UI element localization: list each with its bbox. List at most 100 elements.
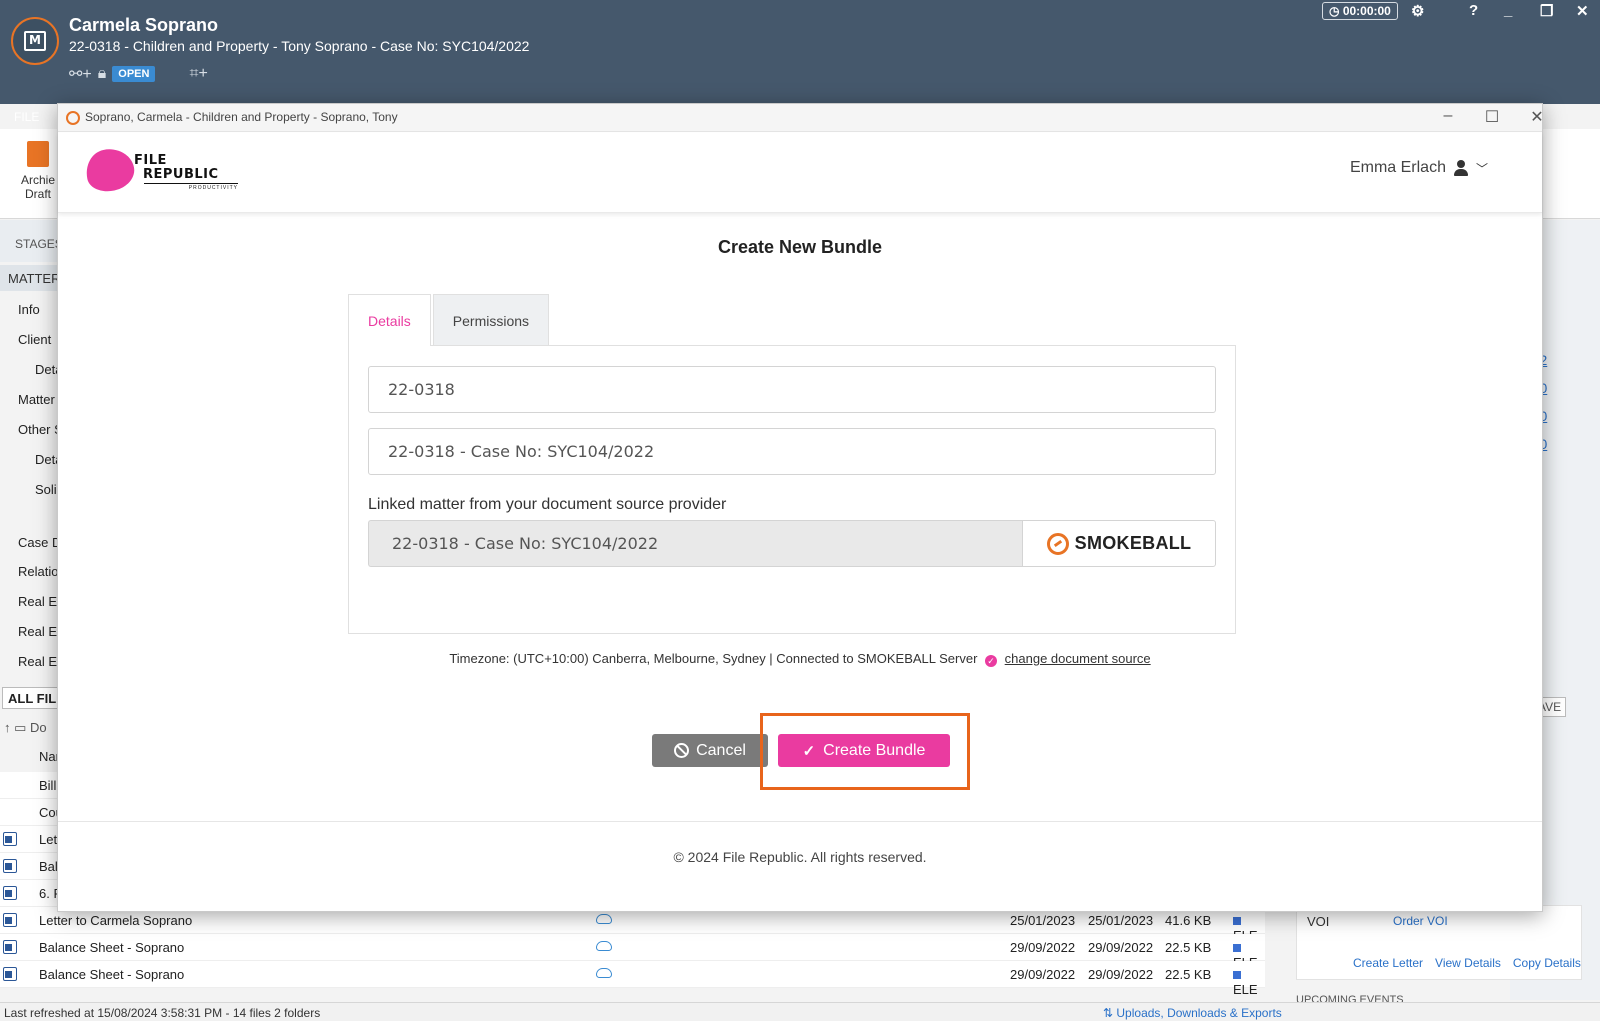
copy-details-link[interactable]: Copy Details <box>1513 956 1581 970</box>
check-icon: ✓ <box>802 742 816 760</box>
sidebar-item[interactable]: Matter <box>0 392 60 407</box>
file-size: 22.5 KB <box>1165 967 1212 982</box>
smokeball-logo-icon <box>1046 532 1069 555</box>
status-badge[interactable]: OPEN <box>112 66 156 82</box>
close-icon[interactable]: ✕ <box>1576 2 1589 20</box>
word-doc-icon <box>3 832 17 846</box>
cancel-button[interactable]: Cancel <box>652 734 768 767</box>
tab-permissions[interactable]: Permissions <box>432 294 550 346</box>
footer-text: 2024 File Republic. All rights reserved. <box>687 849 927 865</box>
order-voi-link[interactable]: Order VOI <box>1393 914 1448 928</box>
settings-icon[interactable]: ⚙ <box>1411 2 1424 20</box>
relationship-icon[interactable]: ⚯+ <box>69 64 92 84</box>
file-source: ELE <box>1233 967 1265 997</box>
ribbon-button-label: Archie Draft <box>20 173 55 201</box>
matter-title: 22-0318 - Children and Property - Tony S… <box>69 38 530 54</box>
cloud-icon <box>596 941 612 951</box>
linked-matter-label: Linked matter from your document source … <box>368 496 727 513</box>
user-menu[interactable]: Emma Erlach ﹀ <box>1350 159 1488 177</box>
sidebar-item[interactable]: Real Es <box>0 624 60 639</box>
dialog-maximize-icon[interactable]: ☐ <box>1477 107 1507 127</box>
dialog-titlebar: Soprano, Carmela - Children and Property… <box>58 104 1544 132</box>
ban-icon <box>674 743 690 758</box>
dialog-close-icon[interactable]: ✕ <box>1522 107 1552 127</box>
voi-actions: Create Letter View Details Copy Details <box>1353 956 1581 970</box>
smokeball-icon <box>66 111 80 125</box>
page-title: Create New Bundle <box>717 237 883 257</box>
dialog-window-title: Soprano, Carmela - Children and Property… <box>85 110 398 124</box>
sidebar-item[interactable]: Client <box>0 332 60 347</box>
sidebar-item[interactable]: Solic <box>0 482 60 497</box>
logo-blob <box>82 144 138 196</box>
sidebar-item[interactable]: Info <box>0 302 60 317</box>
column-header-name[interactable]: Nar <box>0 749 60 764</box>
connected-check-icon: ✓ <box>985 655 998 667</box>
timer-button[interactable]: ◷ 00:00:00 <box>1322 2 1398 20</box>
restore-icon[interactable]: ❐ <box>1540 2 1553 20</box>
view-details-link[interactable]: View Details <box>1435 956 1501 970</box>
app-logo[interactable] <box>11 17 59 65</box>
matter-actions: ⚯+ 🔒︎ OPEN ⌗+ <box>69 64 208 84</box>
status-text: Last refreshed at 15/08/2024 3:58:31 PM … <box>4 1006 321 1020</box>
voi-label: VOI <box>1307 914 1330 929</box>
file-created: 29/09/2022 <box>1010 940 1076 955</box>
word-doc-icon <box>3 967 17 981</box>
word-doc-icon <box>3 913 17 927</box>
uploads-link[interactable]: ⇅ Uploads, Downloads & Exports <box>1103 1006 1282 1020</box>
file-created: 25/01/2023 <box>1010 913 1076 928</box>
lock-icon[interactable]: 🔒︎ <box>98 65 107 83</box>
dialog-footer: © 2024 File Republic. All rights reserve… <box>58 821 1542 911</box>
sidebar-item[interactable]: Other S <box>0 422 60 437</box>
table-row[interactable]: Balance Sheet - Soprano 29/09/2022 29/09… <box>0 934 1265 970</box>
sidebar-item[interactable]: Case D <box>0 535 60 550</box>
provider-name: SMOKEBALL <box>1074 533 1192 553</box>
dialog-minimize-icon[interactable]: – <box>1433 107 1463 125</box>
file-modified: 25/01/2023 <box>1088 913 1154 928</box>
logo-text-2: REPUBLIC <box>143 167 219 182</box>
file-size: 41.6 KB <box>1165 913 1212 928</box>
user-icon <box>1453 160 1468 176</box>
sidebar-item[interactable]: Relation <box>0 564 60 579</box>
chevron-down-icon: ﹀ <box>1475 161 1488 176</box>
document-icon <box>27 141 49 167</box>
upcoming-events-header[interactable]: UPCOMING EVENTS <box>1296 994 1404 1002</box>
status-bar: Last refreshed at 15/08/2024 3:58:31 PM … <box>0 1002 1600 1021</box>
file-name: Balance Sheet - Soprano <box>39 940 185 955</box>
linked-matter-field: 22-0318 - Case No: SYC104/2022 <box>368 520 1022 567</box>
details-form: 22-0318 22-0318 - Case No: SYC104/2022 L… <box>348 345 1236 634</box>
menu-file[interactable]: FILE <box>14 110 39 124</box>
sidebar-item[interactable]: Deta <box>0 452 60 467</box>
bundle-name-field[interactable]: 22-0318 - Case No: SYC104/2022 <box>368 428 1216 475</box>
create-bundle-label: Create Bundle <box>823 741 926 759</box>
bundle-id-field[interactable]: 22-0318 <box>368 366 1216 413</box>
sidebar-item[interactable]: Deta <box>0 362 60 377</box>
file-name: Balance Sheet - Soprano <box>39 967 185 982</box>
archive-draft-button[interactable]: Archie Draft <box>14 141 62 201</box>
create-bundle-button[interactable]: ✓ Create Bundle <box>778 734 950 767</box>
smokeball-provider-button[interactable]: SMOKEBALL <box>1022 520 1216 567</box>
bundle-tabs: Details Permissions <box>348 294 551 346</box>
client-name: Carmela Soprano <box>69 15 219 35</box>
help-icon[interactable]: ? <box>1469 2 1478 19</box>
tag-add-icon[interactable]: ⌗+ <box>189 65 207 83</box>
sidebar-item[interactable]: Real Es <box>0 654 60 669</box>
word-doc-icon <box>3 859 17 873</box>
stages-tab[interactable]: STAGES <box>0 220 63 262</box>
word-doc-icon <box>3 940 17 954</box>
file-size: 22.5 KB <box>1165 940 1212 955</box>
change-document-source-link[interactable]: change document source <box>1005 651 1151 666</box>
file-name: Letter to Carmela Soprano <box>39 913 193 928</box>
create-letter-link[interactable]: Create Letter <box>1353 956 1423 970</box>
table-row[interactable]: Balance Sheet - Soprano 29/09/2022 29/09… <box>0 961 1265 997</box>
matter-section-header: MATTER <box>0 265 60 291</box>
file-republic-logo[interactable]: FILE REPUBLIC PRODUCTIVITY <box>82 144 246 196</box>
uploads-label: Uploads, Downloads & Exports <box>1116 1006 1282 1020</box>
cloud-icon <box>596 968 612 978</box>
sidebar-item[interactable]: Real Es <box>0 594 60 609</box>
breadcrumb[interactable]: ↑ ▭ Do <box>0 720 60 736</box>
breadcrumb-label: Do <box>30 720 47 735</box>
tab-details[interactable]: Details <box>348 294 431 346</box>
logo-text-3: PRODUCTIVITY <box>144 183 238 191</box>
all-files-filter[interactable]: ALL FILES <box>2 687 60 709</box>
minimize-icon[interactable]: _ <box>1504 2 1512 19</box>
